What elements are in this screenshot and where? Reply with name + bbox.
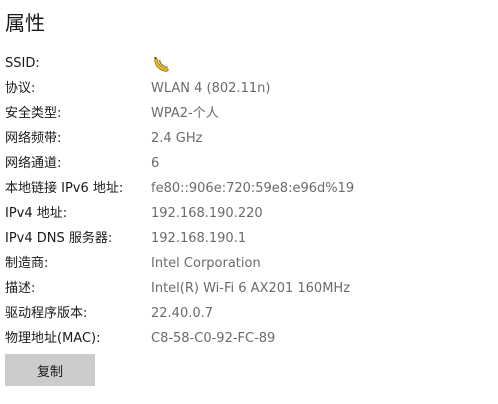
property-row-manufacturer: 制造商: Intel Corporation [0,252,498,277]
properties-list: SSID: 协议: WLAN 4 (802.11n) 安全类型: WPA2-个人… [0,52,498,352]
manufacturer-label: 制造商: [5,256,49,271]
ipv6-label: 本地链接 IPv6 地址: [5,181,124,196]
protocol-value: WLAN 4 (802.11n) [151,81,271,96]
ipv4-value: 192.168.190.220 [151,206,263,221]
mac-label: 物理地址(MAC): [5,331,101,346]
copy-button[interactable]: 复制 [5,354,95,386]
security-type-label: 安全类型: [5,106,62,121]
network-band-value: 2.4 GHz [151,131,203,146]
ipv4-label: IPv4 地址: [5,206,68,221]
description-value: Intel(R) Wi-Fi 6 AX201 160MHz [151,281,351,296]
ipv4-dns-value: 192.168.190.1 [151,231,247,246]
ipv6-value: fe80::906e:720:59e8:e96d%19 [151,181,355,196]
property-row-protocol: 协议: WLAN 4 (802.11n) [0,77,498,102]
property-row-network-channel: 网络通道: 6 [0,152,498,177]
mac-value: C8-58-C0-92-FC-89 [151,331,276,346]
property-row-ipv4: IPv4 地址: 192.168.190.220 [0,202,498,227]
description-label: 描述: [5,281,36,296]
property-row-mac: 物理地址(MAC): C8-58-C0-92-FC-89 [0,327,498,352]
property-row-ssid: SSID: [0,52,498,77]
banana-emoji-icon [151,55,171,75]
protocol-label: 协议: [5,81,36,96]
property-row-network-band: 网络频带: 2.4 GHz [0,127,498,152]
network-channel-label: 网络通道: [5,156,62,171]
driver-version-label: 驱动程序版本: [5,306,88,321]
manufacturer-value: Intel Corporation [151,256,261,271]
network-band-label: 网络频带: [5,131,62,146]
property-row-security-type: 安全类型: WPA2-个人 [0,102,498,127]
page-title: 属性 [5,11,45,35]
network-channel-value: 6 [151,156,160,171]
properties-panel: 属性 SSID: 协议: WLAN 4 (802.11n) 安全类型: WPA2… [0,0,498,404]
driver-version-value: 22.40.0.7 [151,306,214,321]
property-row-ipv4-dns: IPv4 DNS 服务器: 192.168.190.1 [0,227,498,252]
ssid-label: SSID: [5,56,40,71]
security-type-value: WPA2-个人 [151,106,219,121]
property-row-description: 描述: Intel(R) Wi-Fi 6 AX201 160MHz [0,277,498,302]
property-row-driver-version: 驱动程序版本: 22.40.0.7 [0,302,498,327]
property-row-ipv6: 本地链接 IPv6 地址: fe80::906e:720:59e8:e96d%1… [0,177,498,202]
ipv4-dns-label: IPv4 DNS 服务器: [5,231,113,246]
